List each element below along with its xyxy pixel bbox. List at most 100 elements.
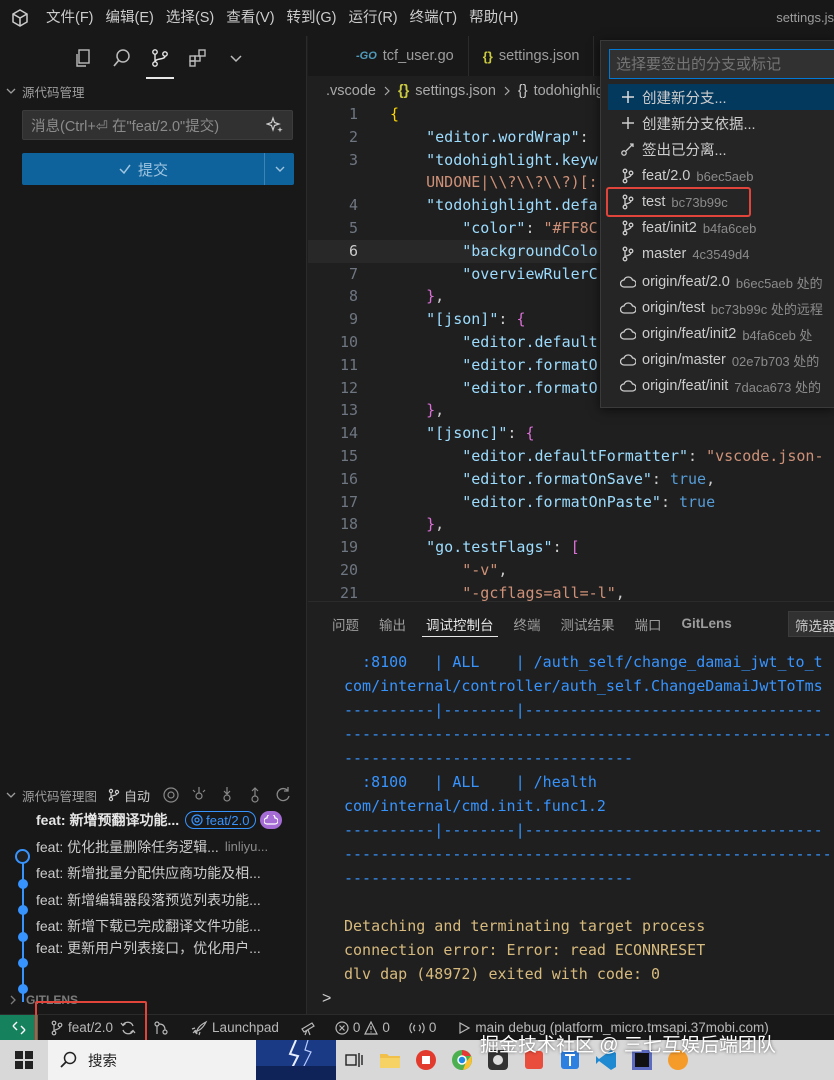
tab-tcf-user-go[interactable]: -GO tcf_user.go [308,36,469,76]
menu-go[interactable]: 转到(G) [281,0,343,36]
qp-remote-feat-init[interactable]: origin/feat/init 7daca673 处的 [608,373,834,399]
commit-row[interactable]: feat: 新增编辑器段落预览列表功能... [0,887,307,914]
commit-dropdown-button[interactable] [264,153,294,185]
qp-branch-feat-2-0[interactable]: feat/2.0 b6ec5aeb [608,163,834,189]
branch-search-input[interactable] [609,49,834,79]
sparkle-icon[interactable] [266,116,284,134]
telescope-icon[interactable] [286,1020,323,1036]
qp-item-label: origin/feat/init [642,378,729,394]
console-filter-input[interactable]: 筛选器 [788,611,834,637]
menu-file[interactable]: 文件(F) [40,0,100,36]
breadcrumb-item[interactable]: settings.json [415,83,496,99]
branch-icon [620,168,636,184]
qp-checkout-detached[interactable]: 签出已分离... [608,136,834,162]
chevron-down-icon[interactable] [224,46,248,70]
qp-branch-master[interactable]: master 4c3549d4 [608,241,834,267]
line-number: 4 [348,196,358,215]
graph-actions [162,786,292,804]
commit-message-input[interactable]: 消息(Ctrl+⏎ 在"feat/2.0"提交) [22,110,293,140]
code-line: 19 "go.testFlags": [ [308,536,834,559]
commit-button[interactable]: 提交 [22,153,294,185]
qp-branch-feat-init2[interactable]: feat/init2 b4fa6ceb [608,215,834,241]
refresh-icon[interactable] [274,786,292,804]
scm-section-header[interactable]: 源代码管理 [0,80,306,102]
weather-thumbnail[interactable] [256,1040,336,1080]
taskbar-search[interactable]: 搜索 [48,1040,256,1080]
line-number: 13 [339,401,358,420]
qp-create-branch[interactable]: 创建新分支... [608,84,834,110]
scm-graph-header[interactable]: 源代码管理图 自动 [0,783,307,807]
commit-message: feat: 更新用户列表接口，优化用户... [36,939,261,956]
line-number: 15 [339,446,358,465]
tab-gitlens[interactable]: GitLens [672,602,742,645]
search-icon[interactable] [110,46,134,70]
tab-test-results[interactable]: 测试结果 [551,602,625,645]
chevron-down-icon [6,88,16,94]
code-line: 15 "editor.defaultFormatter": "vscode.js… [308,445,834,468]
menu-selection[interactable]: 选择(S) [160,0,220,36]
graph-status-icon[interactable] [143,1020,176,1036]
chrome-icon[interactable] [444,1040,480,1080]
qp-item-label: feat/2.0 [642,168,691,184]
menu-edit[interactable]: 编辑(E) [100,0,160,36]
qp-create-branch-from[interactable]: 创建新分支依据... [608,110,834,136]
push-icon[interactable] [246,786,264,804]
launchpad-status[interactable]: Launchpad [176,1020,286,1036]
fetch-icon[interactable] [190,786,208,804]
graph-head-dot [15,849,30,864]
line-number: 20 [339,560,358,579]
commit-row[interactable]: feat: 新增预翻译功能... feat/2.0 [0,807,307,834]
tab-terminal[interactable]: 终端 [504,602,551,645]
qp-remote-feat-init2[interactable]: origin/feat/init2 b4fa6ceb 处 [608,321,834,347]
qp-item-desc: b6ec5aeb [696,168,754,184]
qp-remote-feat-2-0[interactable]: origin/feat/2.0 b6ec5aeb 处的 [608,269,834,295]
line-number: 12 [339,378,358,397]
target-icon[interactable] [162,786,180,804]
ports-status[interactable]: 0 [397,1020,444,1035]
menu-run[interactable]: 运行(R) [342,0,403,36]
app-red-icon[interactable] [408,1040,444,1080]
file-explorer-icon[interactable] [372,1040,408,1080]
console-prompt[interactable]: > [322,990,331,1008]
windows-start-icon[interactable] [0,1040,48,1080]
commit-row[interactable]: feat: 新增批量分配供应商功能及相... [0,860,307,887]
tab-settings-json[interactable]: {} settings.json [469,36,595,76]
auto-branch-filter[interactable]: 自动 [107,786,150,805]
tab-problems[interactable]: 问题 [322,602,369,645]
graph-dot [18,958,28,968]
task-view-icon[interactable] [336,1040,372,1080]
cloud-icon [620,300,636,316]
menu-terminal[interactable]: 终端(T) [404,0,464,36]
code-line: 17 "editor.formatOnPaste": true [308,491,834,514]
tab-ports[interactable]: 端口 [625,602,672,645]
source-control-icon[interactable] [146,46,174,79]
qp-item-desc: b4fa6ceb 处 [742,327,813,343]
explorer-icon[interactable] [72,46,96,70]
qp-item-label: 签出已分离... [642,142,727,159]
commit-author: linliyu... [224,839,269,855]
qp-remote-master[interactable]: origin/master 02e7b703 处的 [608,347,834,373]
console-line: com/internal/controller/auth_self.Change… [344,677,823,695]
line-number: 8 [348,287,358,306]
annotation-highlight-box [606,187,751,217]
tab-debug-console[interactable]: 调试控制台 [416,602,504,645]
commit-row[interactable]: feat: 更新用户列表接口，优化用户... [0,940,307,956]
console-line: dlv dap (48972) exited with code: 0 [344,965,661,983]
qp-remote-test[interactable]: origin/test bc73b99c 处的远程 [608,295,834,321]
extensions-icon[interactable] [186,46,210,70]
breadcrumb-item[interactable]: .vscode [326,83,376,99]
menu-view[interactable]: 查看(V) [220,0,280,36]
plus-icon [620,115,636,131]
remote-indicator-icon[interactable] [0,1014,38,1041]
menu-help[interactable]: 帮助(H) [463,0,524,36]
problems-status[interactable]: 0 0 [323,1020,397,1035]
commit-row[interactable]: feat: 优化批量删除任务逻辑... linliyu... [0,834,307,861]
tab-output[interactable]: 输出 [369,602,416,645]
commit-list: feat: 新增预翻译功能... feat/2.0 feat: 优化批量删除任务… [0,807,307,956]
menu-bar: 文件(F) 编辑(E) 选择(S) 查看(V) 转到(G) 运行(R) 终端(T… [40,0,524,36]
commit-row[interactable]: feat: 新增下载已完成翻译文件功能... [0,913,307,940]
graph-dot [18,879,28,889]
commit-button-main[interactable]: 提交 [22,153,264,185]
pull-icon[interactable] [218,786,236,804]
